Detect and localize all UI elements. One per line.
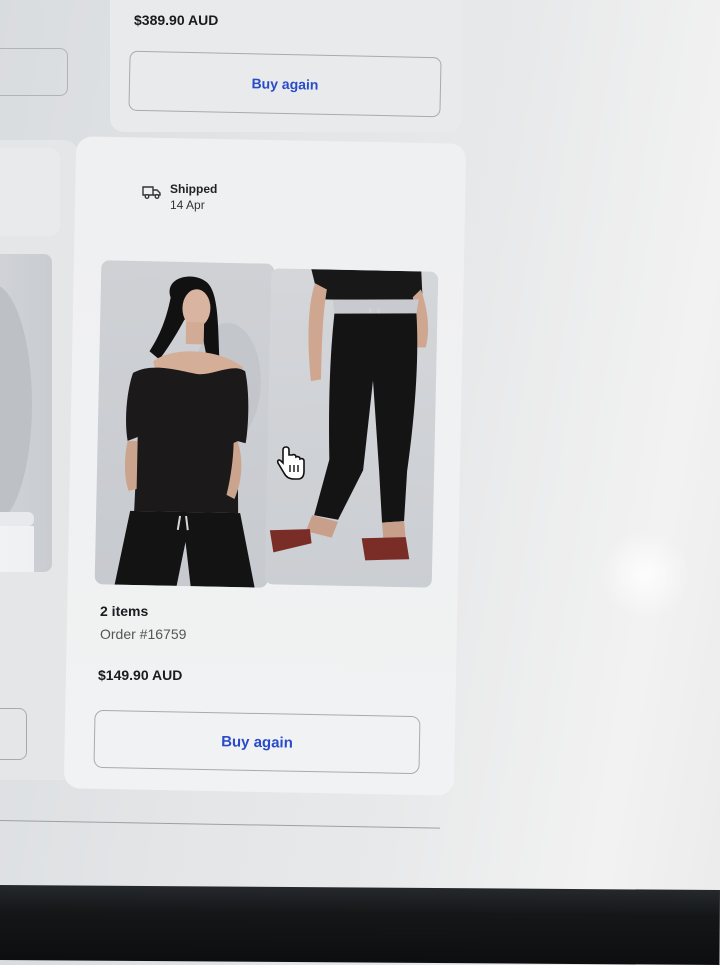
left-card-status-area xyxy=(0,148,60,236)
left-card-button[interactable] xyxy=(0,48,68,96)
order-status-date: 14 Apr xyxy=(170,198,205,212)
order-items-count: 2 items xyxy=(100,603,149,619)
hand-cursor-icon xyxy=(276,446,305,480)
product-photo-top xyxy=(114,276,261,588)
order-price: $149.90 AUD xyxy=(98,667,183,683)
buy-again-button[interactable]: Buy again xyxy=(93,709,421,775)
screen-glare xyxy=(600,530,690,620)
left-card-product-image[interactable] xyxy=(0,254,52,572)
screen: $389.90 AUD Buy again Shipped 14 Apr 2 i… xyxy=(0,0,720,895)
product-image-pants[interactable] xyxy=(264,268,439,588)
product-image-top[interactable] xyxy=(94,260,275,588)
order-number: Order #16759 xyxy=(100,626,187,642)
order-status-label: Shipped xyxy=(170,182,218,196)
section-divider xyxy=(0,820,440,829)
truck-icon xyxy=(142,186,161,199)
previous-order-price: $389.90 AUD xyxy=(134,12,219,28)
left-card-buy-again-button[interactable] xyxy=(0,708,27,760)
order-status: Shipped 14 Apr xyxy=(142,182,217,212)
product-photo-partial xyxy=(0,286,34,572)
previous-order-buy-again-button[interactable]: Buy again xyxy=(128,50,442,118)
monitor-bezel xyxy=(0,885,720,965)
product-photo-pants xyxy=(269,269,429,561)
